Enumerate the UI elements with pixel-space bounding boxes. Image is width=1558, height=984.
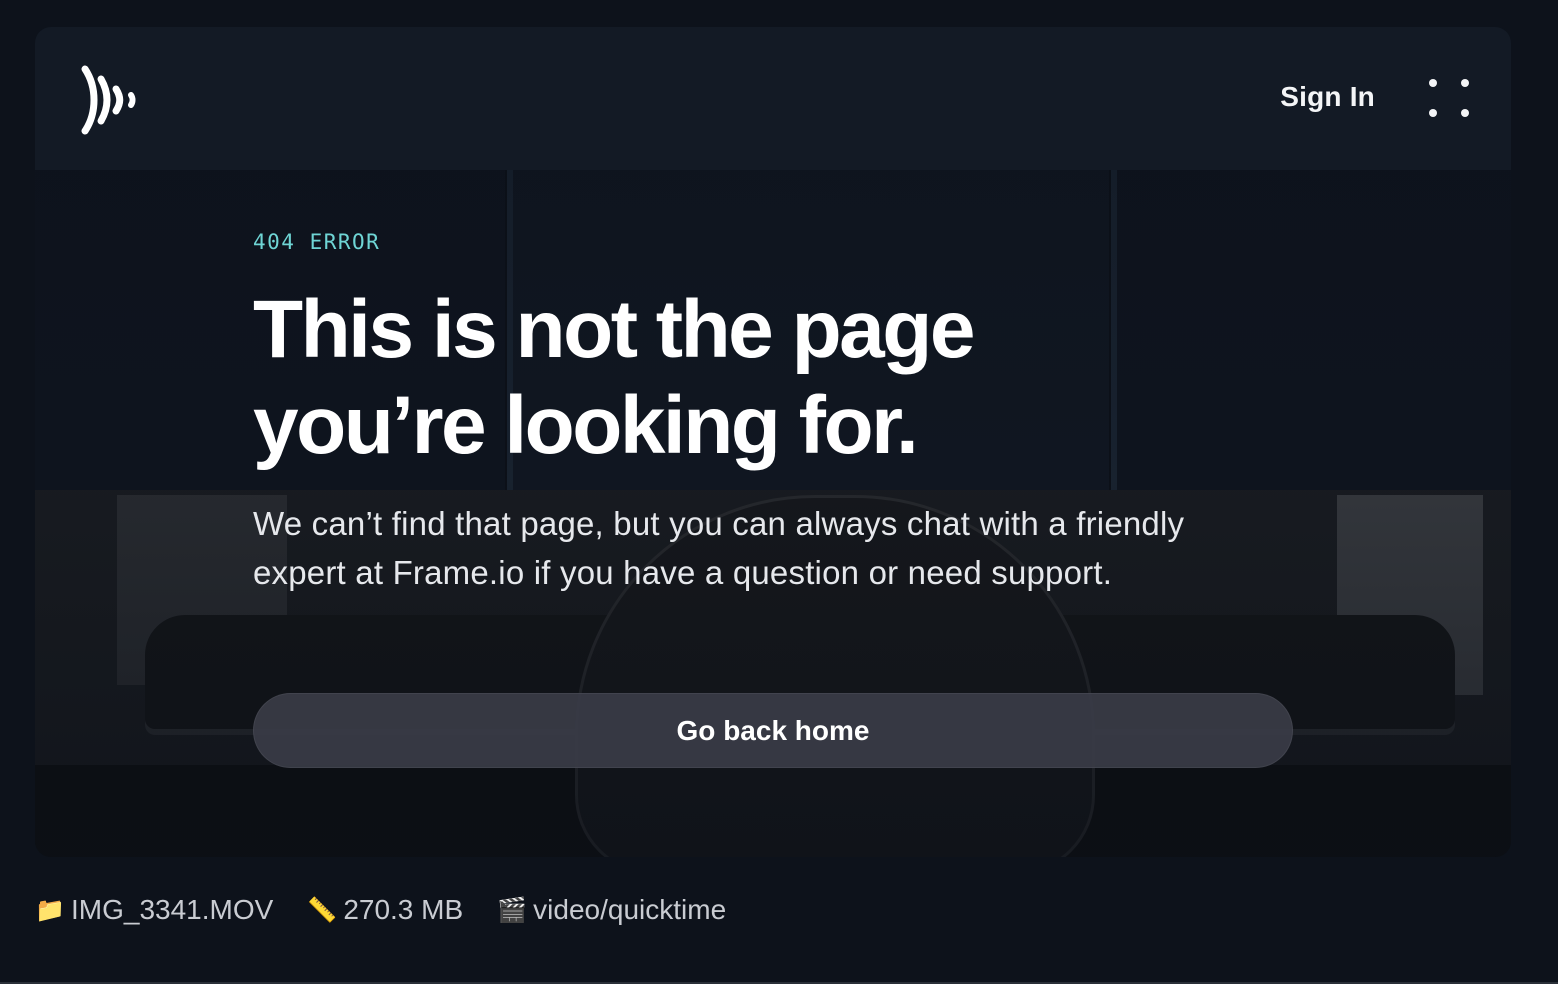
file-size: 📏 270.3 MB <box>307 894 463 926</box>
page-title: This is not the page you’re looking for. <box>253 284 975 471</box>
folder-icon: 📁 <box>35 896 65 924</box>
sign-in-link[interactable]: Sign In <box>1280 81 1375 113</box>
file-mime-label: video/quicktime <box>533 894 727 925</box>
error-content: 404 ERROR This is not the page you’re lo… <box>253 27 1293 857</box>
error-description: We can’t find that page, but you can alw… <box>253 505 1185 591</box>
file-info-bar: 📁 IMG_3341.MOV 📏 270.3 MB 🎬 video/quickt… <box>35 888 726 932</box>
file-name-label: IMG_3341.MOV <box>71 894 274 925</box>
video-frame: Sign In 404 ERROR This is not the page y… <box>0 0 1558 984</box>
grid-dots-icon[interactable] <box>1429 77 1471 121</box>
clapperboard-icon: 🎬 <box>497 896 528 924</box>
error-page-card: Sign In 404 ERROR This is not the page y… <box>35 27 1511 857</box>
go-back-home-button[interactable]: Go back home <box>253 693 1293 768</box>
error-code-label: 404 ERROR <box>253 230 381 254</box>
file-name: 📁 IMG_3341.MOV <box>35 894 273 926</box>
file-size-label: 270.3 MB <box>343 894 464 925</box>
file-mime: 🎬 video/quicktime <box>497 894 726 926</box>
frameio-logo-icon[interactable] <box>79 65 145 135</box>
ruler-icon: 📏 <box>307 896 338 924</box>
